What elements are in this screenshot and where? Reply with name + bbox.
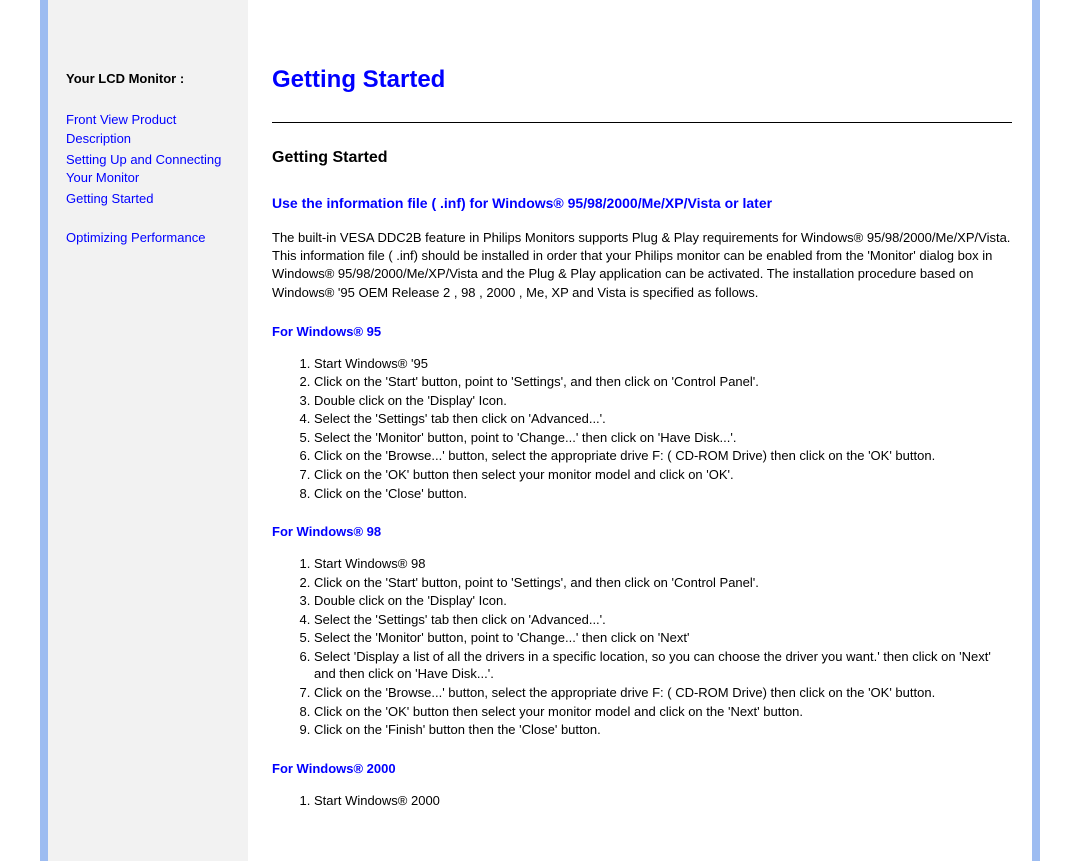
os-heading-win2000: For Windows® 2000 [272, 761, 1012, 776]
list-item: Click on the 'Finish' button then the 'C… [314, 721, 1012, 739]
sidebar-link-front-view[interactable]: Front View Product Description [66, 111, 234, 149]
list-item: Start Windows® '95 [314, 355, 1012, 373]
section-heading: Getting Started [272, 149, 1012, 167]
os-heading-win95: For Windows® 95 [272, 324, 1012, 339]
decorative-stripe-right [1032, 0, 1040, 861]
decorative-stripe-left [40, 0, 48, 861]
list-item: Select the 'Settings' tab then click on … [314, 611, 1012, 629]
steps-win2000: Start Windows® 2000 [272, 792, 1012, 810]
list-item: Start Windows® 98 [314, 555, 1012, 573]
steps-win95: Start Windows® '95 Click on the 'Start' … [272, 355, 1012, 502]
intro-subheading: Use the information file ( .inf) for Win… [272, 195, 1012, 211]
list-item: Click on the 'Start' button, point to 'S… [314, 574, 1012, 592]
sidebar: Your LCD Monitor : Front View Product De… [48, 0, 248, 861]
list-item: Select the 'Monitor' button, point to 'C… [314, 629, 1012, 647]
list-item: Select 'Display a list of all the driver… [314, 648, 1012, 683]
sidebar-link-getting-started[interactable]: Getting Started [66, 190, 234, 209]
list-item: Select the 'Settings' tab then click on … [314, 410, 1012, 428]
list-item: Select the 'Monitor' button, point to 'C… [314, 429, 1012, 447]
list-item: Click on the 'OK' button then select you… [314, 466, 1012, 484]
sidebar-link-setup[interactable]: Setting Up and Connecting Your Monitor [66, 151, 234, 189]
divider [272, 122, 1012, 123]
list-item: Start Windows® 2000 [314, 792, 1012, 810]
list-item: Click on the 'Browse...' button, select … [314, 684, 1012, 702]
list-item: Click on the 'OK' button then select you… [314, 703, 1012, 721]
os-heading-win98: For Windows® 98 [272, 524, 1012, 539]
list-item: Click on the 'Start' button, point to 'S… [314, 373, 1012, 391]
sidebar-title: Your LCD Monitor : [66, 70, 234, 89]
list-item: Double click on the 'Display' Icon. [314, 592, 1012, 610]
list-item: Double click on the 'Display' Icon. [314, 392, 1012, 410]
page-title: Getting Started [272, 66, 1012, 94]
list-item: Click on the 'Browse...' button, select … [314, 447, 1012, 465]
intro-paragraph: The built-in VESA DDC2B feature in Phili… [272, 229, 1012, 302]
content-area: Getting Started Getting Started Use the … [248, 0, 1032, 861]
steps-win98: Start Windows® 98 Click on the 'Start' b… [272, 555, 1012, 738]
sidebar-link-optimizing[interactable]: Optimizing Performance [66, 229, 234, 248]
list-item: Click on the 'Close' button. [314, 485, 1012, 503]
